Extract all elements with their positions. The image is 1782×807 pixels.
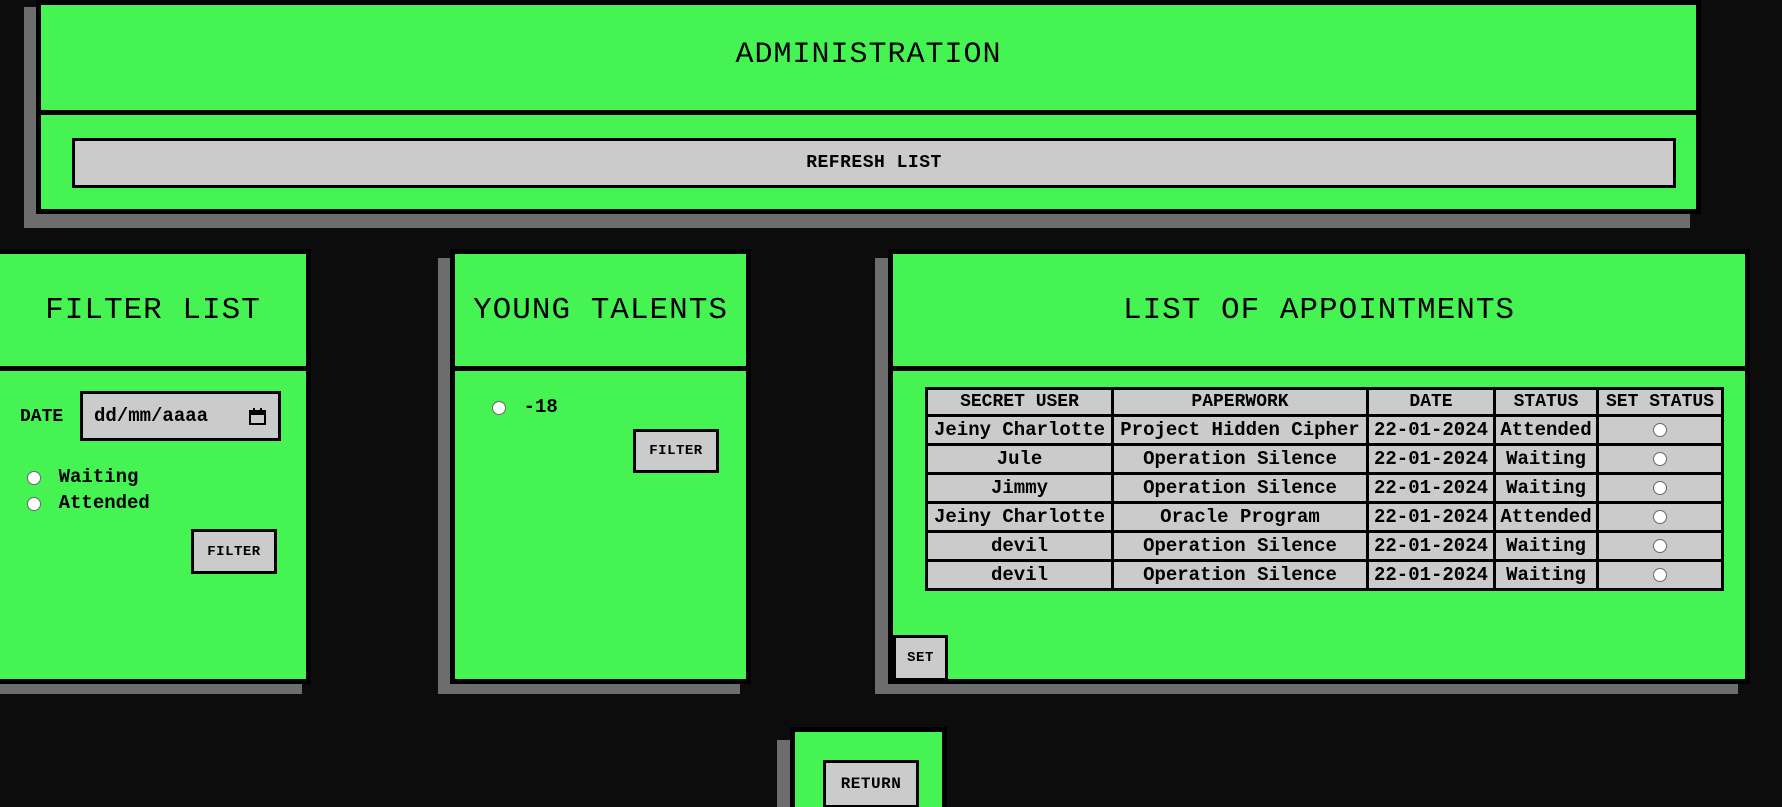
under-18-label: -18 <box>523 396 558 418</box>
cell-date: 22-01-2024 <box>1366 501 1496 533</box>
set-status-radio[interactable] <box>1653 451 1667 466</box>
under-18-option[interactable]: -18 <box>492 396 558 418</box>
talents-title: YOUNG TALENTS <box>473 292 728 328</box>
admin-title-bar: ADMINISTRATION <box>41 0 1696 115</box>
attended-radio[interactable] <box>27 496 41 511</box>
cell-secret-user: devil <box>925 559 1114 591</box>
header-status: STATUS <box>1493 387 1599 417</box>
cell-set-status <box>1596 414 1724 446</box>
table-row: devil Operation Silence 22-01-2024 Waiti… <box>925 559 1724 591</box>
appointments-panel: LIST OF APPOINTMENTS SECRET USER PAPERWO… <box>888 249 1750 684</box>
appointments-title-bar: LIST OF APPOINTMENTS <box>893 254 1745 371</box>
talents-filter-button[interactable]: FILTER <box>633 429 719 473</box>
appointments-title: LIST OF APPOINTMENTS <box>1122 292 1516 328</box>
cell-status: Attended <box>1493 501 1599 533</box>
cell-date: 22-01-2024 <box>1366 472 1496 504</box>
cell-status: Waiting <box>1493 559 1599 591</box>
cell-paperwork: Oracle Program <box>1111 501 1369 533</box>
waiting-label: Waiting <box>58 466 139 488</box>
refresh-list-button[interactable]: REFRESH LIST <box>72 138 1676 188</box>
cell-paperwork: Operation Silence <box>1111 472 1369 504</box>
date-input[interactable]: dd/mm/aaaa <box>80 391 281 441</box>
talents-panel: YOUNG TALENTS -18 FILTER <box>450 249 751 684</box>
cell-paperwork: Project Hidden Cipher <box>1111 414 1369 446</box>
set-status-radio[interactable] <box>1653 567 1667 582</box>
cell-secret-user: Jimmy <box>925 472 1114 504</box>
table-row: devil Operation Silence 22-01-2024 Waiti… <box>925 530 1724 562</box>
filter-list-button[interactable]: FILTER <box>191 529 277 574</box>
date-input-placeholder: dd/mm/aaaa <box>94 405 209 427</box>
attended-option[interactable]: Attended <box>27 492 150 514</box>
admin-title: ADMINISTRATION <box>735 38 1002 72</box>
header-secret-user: SECRET USER <box>925 387 1114 417</box>
appointments-table: SECRET USER PAPERWORK DATE STATUS SET ST… <box>925 387 1724 591</box>
cell-paperwork: Operation Silence <box>1111 559 1369 591</box>
table-row: Jule Operation Silence 22-01-2024 Waitin… <box>925 443 1724 475</box>
header-paperwork: PAPERWORK <box>1111 387 1369 417</box>
header-set-status: SET STATUS <box>1596 387 1724 417</box>
cell-secret-user: devil <box>925 530 1114 562</box>
calendar-icon[interactable] <box>249 408 266 425</box>
cell-status: Waiting <box>1493 472 1599 504</box>
cell-paperwork: Operation Silence <box>1111 443 1369 475</box>
set-status-radio[interactable] <box>1653 509 1667 524</box>
cell-set-status <box>1596 472 1724 504</box>
attended-label: Attended <box>58 492 150 514</box>
cell-date: 22-01-2024 <box>1366 559 1496 591</box>
set-status-radio[interactable] <box>1653 480 1667 495</box>
set-status-radio[interactable] <box>1653 538 1667 553</box>
cell-secret-user: Jeiny Charlotte <box>925 414 1114 446</box>
admin-panel: ADMINISTRATION REFRESH LIST <box>36 0 1701 214</box>
cell-set-status <box>1596 559 1724 591</box>
cell-paperwork: Operation Silence <box>1111 530 1369 562</box>
under-18-radio[interactable] <box>492 400 506 415</box>
cell-date: 22-01-2024 <box>1366 414 1496 446</box>
header-date: DATE <box>1366 387 1496 417</box>
cell-set-status <box>1596 501 1724 533</box>
table-row: Jeiny Charlotte Project Hidden Cipher 22… <box>925 414 1724 446</box>
cell-date: 22-01-2024 <box>1366 443 1496 475</box>
return-button[interactable]: RETURN <box>823 760 919 807</box>
filter-panel: FILTER LIST DATE dd/mm/aaaa Waiting Atte… <box>0 249 311 684</box>
waiting-radio[interactable] <box>27 470 41 485</box>
talents-title-bar: YOUNG TALENTS <box>455 254 746 371</box>
filter-title: FILTER LIST <box>45 292 261 328</box>
table-header-row: SECRET USER PAPERWORK DATE STATUS SET ST… <box>925 387 1724 417</box>
table-row: Jeiny Charlotte Oracle Program 22-01-202… <box>925 501 1724 533</box>
cell-status: Waiting <box>1493 530 1599 562</box>
page: ADMINISTRATION REFRESH LIST FILTER LIST … <box>0 0 1782 807</box>
cell-date: 22-01-2024 <box>1366 530 1496 562</box>
cell-set-status <box>1596 443 1724 475</box>
cell-status: Waiting <box>1493 443 1599 475</box>
date-label: DATE <box>20 407 64 427</box>
return-panel: RETURN <box>790 727 947 807</box>
set-status-button[interactable]: SET <box>893 635 948 681</box>
table-row: Jimmy Operation Silence 22-01-2024 Waiti… <box>925 472 1724 504</box>
cell-secret-user: Jeiny Charlotte <box>925 501 1114 533</box>
cell-secret-user: Jule <box>925 443 1114 475</box>
cell-status: Attended <box>1493 414 1599 446</box>
set-status-radio[interactable] <box>1653 422 1667 437</box>
cell-set-status <box>1596 530 1724 562</box>
waiting-option[interactable]: Waiting <box>27 466 138 488</box>
filter-title-bar: FILTER LIST <box>0 254 306 371</box>
